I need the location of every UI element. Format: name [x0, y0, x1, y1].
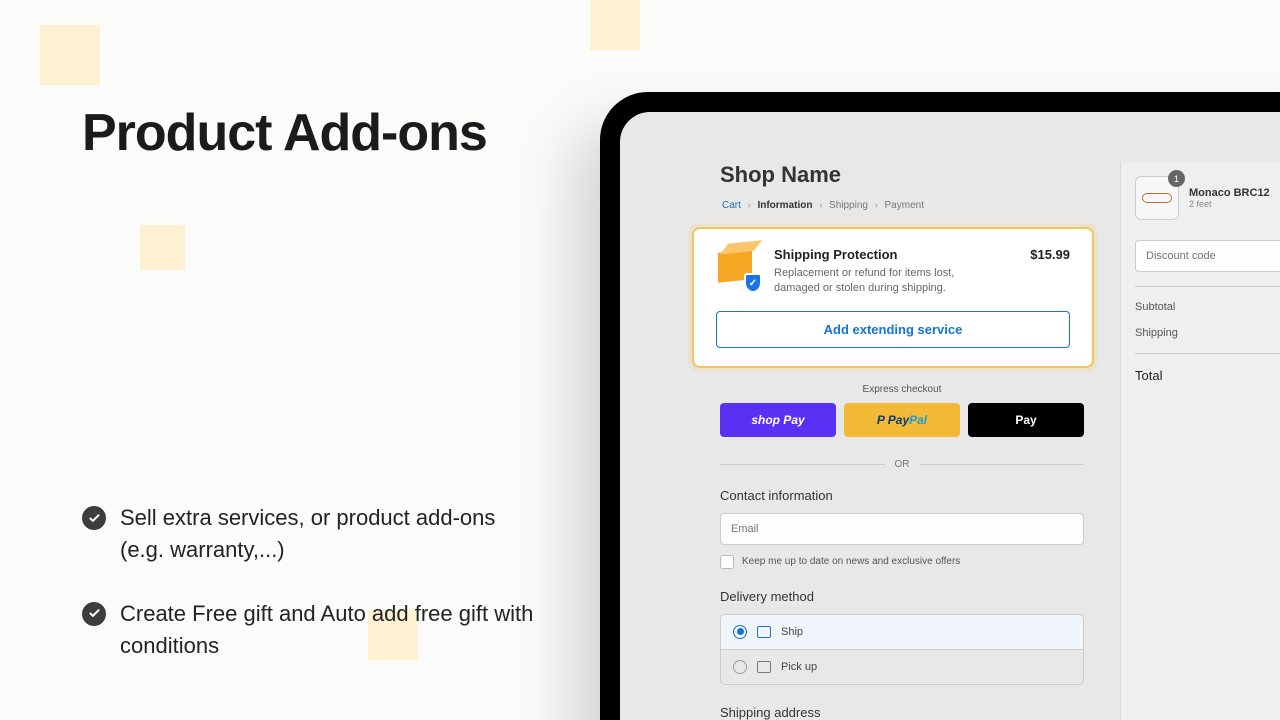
total-label: Total	[1135, 368, 1162, 383]
product-thumbnail: 1	[1135, 176, 1179, 220]
chevron-right-icon: ›	[819, 200, 822, 210]
divider	[1135, 286, 1280, 287]
divider-or: OR	[720, 459, 1084, 470]
marketing-optin-label: Keep me up to date on news and exclusive…	[742, 556, 960, 567]
glasses-icon	[1142, 193, 1172, 203]
quantity-badge: 1	[1168, 170, 1185, 187]
shipping-label: Shipping	[1135, 327, 1178, 339]
breadcrumb-information: Information	[757, 200, 812, 211]
shop-pay-button[interactable]: shop Pay	[720, 403, 836, 437]
delivery-heading: Delivery method	[720, 589, 1084, 604]
express-checkout-label: Express checkout	[720, 384, 1084, 395]
shop-name: Shop Name	[720, 162, 1084, 188]
check-icon	[82, 506, 106, 530]
feature-text: Create Free gift and Auto add free gift …	[120, 598, 542, 662]
email-field[interactable]	[720, 513, 1084, 545]
discount-code-field[interactable]	[1135, 240, 1280, 272]
breadcrumb-payment: Payment	[885, 200, 924, 211]
breadcrumb-shipping: Shipping	[829, 200, 868, 211]
chevron-right-icon: ›	[748, 200, 751, 210]
device-frame: Shop Name Cart › Information › Shipping …	[600, 92, 1280, 720]
feature-text: Sell extra services, or product add-ons …	[120, 502, 542, 566]
subtotal-label: Subtotal	[1135, 301, 1175, 313]
delivery-pickup-option[interactable]: Pick up	[721, 650, 1083, 684]
addon-price: $15.99	[1030, 247, 1070, 262]
check-icon	[82, 602, 106, 626]
cart-item-variant: 2 feet	[1189, 199, 1270, 209]
decor-square	[40, 25, 100, 85]
paypal-button[interactable]: P PayPal	[844, 403, 960, 437]
delivery-ship-option[interactable]: Ship	[721, 615, 1083, 650]
divider	[1135, 353, 1280, 354]
cart-item-name: Monaco BRC12	[1189, 187, 1270, 199]
add-extending-service-button[interactable]: Add extending service	[716, 311, 1070, 348]
addon-card: Shipping Protection Replacement or refun…	[692, 227, 1094, 368]
breadcrumb-cart[interactable]: Cart	[722, 200, 741, 211]
cart-line-item: 1 Monaco BRC12 2 feet	[1135, 176, 1280, 220]
radio-unselected-icon	[733, 660, 747, 674]
shipping-address-heading: Shipping address	[720, 705, 1084, 720]
contact-heading: Contact information	[720, 488, 1084, 503]
addon-description: Replacement or refund for items lost, da…	[774, 266, 994, 297]
radio-selected-icon	[733, 625, 747, 639]
apple-pay-button[interactable]: Pay	[968, 403, 1084, 437]
page-title: Product Add-ons	[82, 105, 542, 162]
marketing-optin-checkbox[interactable]	[720, 555, 734, 569]
truck-icon	[757, 626, 771, 638]
feature-bullet: Create Free gift and Auto add free gift …	[82, 598, 542, 662]
addon-title: Shipping Protection	[774, 247, 1014, 262]
decor-square	[590, 0, 640, 50]
store-icon	[757, 661, 771, 673]
breadcrumb: Cart › Information › Shipping › Payment	[720, 200, 1084, 211]
package-shield-icon	[716, 247, 758, 289]
chevron-right-icon: ›	[875, 200, 878, 210]
feature-bullet: Sell extra services, or product add-ons …	[82, 502, 542, 566]
